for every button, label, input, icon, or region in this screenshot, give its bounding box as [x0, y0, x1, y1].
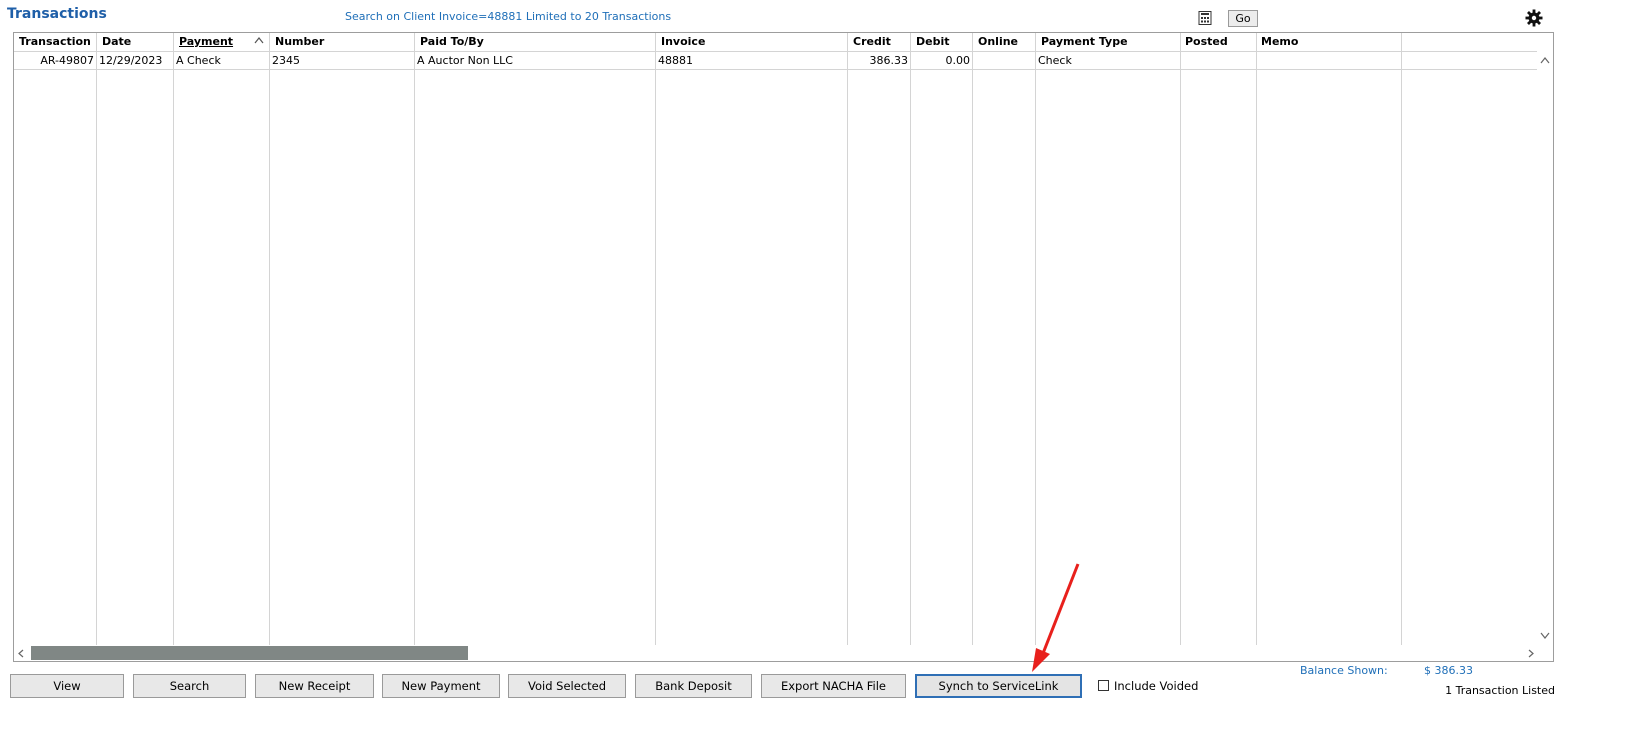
balance-label: Balance Shown: [1300, 664, 1388, 677]
column-divider [910, 33, 911, 645]
horizontal-scrollbar[interactable] [14, 645, 1553, 661]
column-header-invoice[interactable]: Invoice [661, 35, 705, 48]
transaction-count: 1 Transaction Listed [1445, 684, 1555, 697]
column-header-posted[interactable]: Posted [1185, 35, 1228, 48]
column-divider [655, 33, 656, 645]
scroll-up-icon[interactable] [1539, 55, 1551, 65]
cell-number[interactable]: 2345 [272, 54, 300, 67]
cell-invoice[interactable]: 48881 [658, 54, 693, 67]
scroll-down-icon[interactable] [1539, 631, 1551, 641]
cell-payment[interactable]: A Check [176, 54, 221, 67]
bank-deposit-button[interactable]: Bank Deposit [635, 674, 752, 698]
column-divider [1256, 33, 1257, 645]
column-header-memo[interactable]: Memo [1261, 35, 1298, 48]
sort-ascending-icon [254, 37, 264, 44]
scroll-right-icon[interactable] [1527, 649, 1535, 658]
cell-payment-type[interactable]: Check [1038, 54, 1072, 67]
calculator-icon[interactable] [1198, 11, 1212, 25]
cell-paid-to-by[interactable]: A Auctor Non LLC [417, 54, 513, 67]
column-divider [414, 33, 415, 645]
checkbox-box[interactable] [1098, 680, 1109, 691]
balance-value: $ 386.33 [1424, 664, 1473, 677]
include-voided-label: Include Voided [1114, 679, 1199, 693]
column-header-payment-type[interactable]: Payment Type [1041, 35, 1128, 48]
search-info: Search on Client Invoice=48881 Limited t… [345, 10, 672, 23]
cell-debit[interactable]: 0.00 [910, 54, 971, 67]
transactions-grid[interactable]: Transaction Date Payment Number Paid To/… [13, 32, 1554, 662]
column-header-number[interactable]: Number [275, 35, 324, 48]
new-receipt-button[interactable]: New Receipt [255, 674, 374, 698]
cell-date[interactable]: 12/29/2023 [99, 54, 162, 67]
view-button[interactable]: View [10, 674, 124, 698]
scroll-thumb[interactable] [31, 646, 468, 660]
go-button[interactable]: Go [1228, 10, 1258, 27]
row-divider [14, 69, 1537, 70]
red-arrow-annotation [1032, 563, 1080, 672]
column-header-debit[interactable]: Debit [916, 35, 950, 48]
column-divider [1035, 33, 1036, 645]
column-header-transaction[interactable]: Transaction [19, 35, 91, 48]
column-header-paid-to-by[interactable]: Paid To/By [420, 35, 484, 48]
column-divider [1180, 33, 1181, 645]
column-header-credit[interactable]: Credit [853, 35, 891, 48]
column-header-date[interactable]: Date [102, 35, 131, 48]
gear-icon[interactable] [1524, 8, 1544, 28]
void-selected-button[interactable]: Void Selected [508, 674, 626, 698]
column-divider [972, 33, 973, 645]
column-divider [1401, 33, 1402, 645]
header-divider [14, 51, 1537, 52]
page-title: Transactions [7, 6, 107, 22]
cell-transaction[interactable]: AR-49807 [14, 54, 94, 67]
column-divider [96, 33, 97, 645]
new-payment-button[interactable]: New Payment [382, 674, 500, 698]
column-header-payment[interactable]: Payment [179, 35, 233, 48]
export-nacha-button[interactable]: Export NACHA File [761, 674, 906, 698]
cell-credit[interactable]: 386.33 [847, 54, 909, 67]
search-button[interactable]: Search [133, 674, 246, 698]
column-divider [269, 33, 270, 645]
scroll-left-icon[interactable] [17, 649, 25, 658]
column-header-online[interactable]: Online [978, 35, 1018, 48]
column-divider [847, 33, 848, 645]
column-divider [173, 33, 174, 645]
